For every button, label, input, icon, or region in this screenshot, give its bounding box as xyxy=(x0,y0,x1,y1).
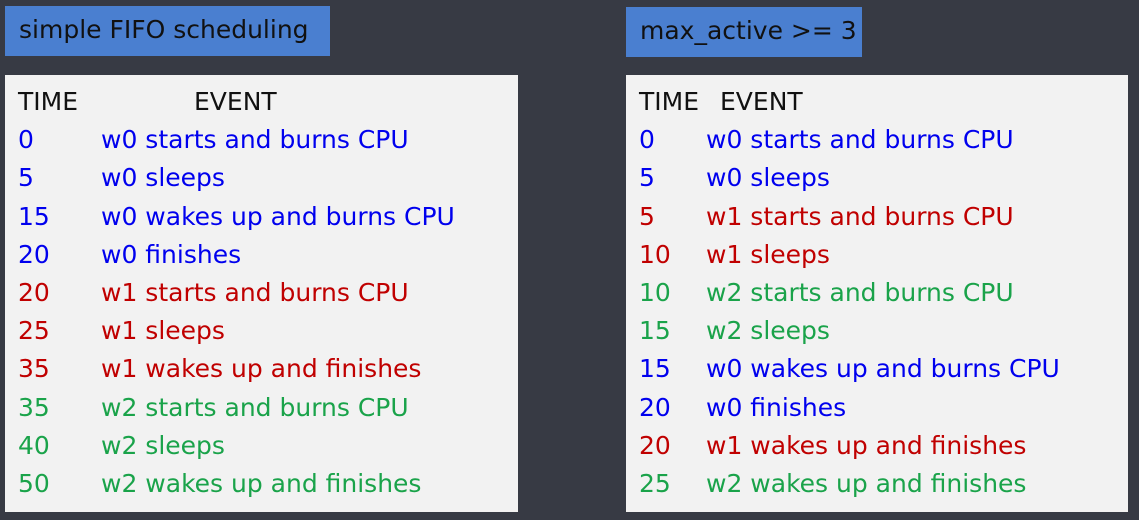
table-row: 35 w1 wakes up and finishes xyxy=(5,354,518,392)
time-column-header: TIME xyxy=(639,87,700,116)
table-row: 15 w0 wakes up and burns CPU xyxy=(5,202,518,240)
event-time: 20 xyxy=(18,277,50,307)
table-row: 20 w1 wakes up and finishes xyxy=(626,431,1128,469)
event-time: 15 xyxy=(639,354,671,384)
event-description: w2 sleeps xyxy=(101,430,225,460)
event-time: 20 xyxy=(639,392,671,422)
table-header: TIME EVENT xyxy=(5,87,518,125)
event-time: 0 xyxy=(18,125,34,155)
event-description: w2 wakes up and finishes xyxy=(101,468,422,498)
table-row: 40 w2 sleeps xyxy=(5,431,518,469)
table-row: 5 w0 sleeps xyxy=(5,163,518,201)
fifo-schedule-table: TIME EVENT 0 w0 starts and burns CPU 5 w0 s… xyxy=(5,75,518,512)
table-row: 0 w0 starts and burns CPU xyxy=(626,125,1128,163)
right-panel-title: max_active >= 3 xyxy=(626,7,862,57)
table-row: 15 w0 wakes up and burns CPU xyxy=(626,354,1128,392)
event-time: 15 xyxy=(18,201,50,231)
event-description: w0 sleeps xyxy=(101,163,225,193)
table-header: TIME EVENT xyxy=(626,87,1128,125)
left-panel-title: simple FIFO scheduling xyxy=(5,6,330,56)
table-row: 15 w2 sleeps xyxy=(626,316,1128,354)
table-row: 20 w0 finishes xyxy=(626,393,1128,431)
event-time: 15 xyxy=(639,316,671,346)
event-description: w1 starts and burns CPU xyxy=(101,277,409,307)
event-time: 40 xyxy=(18,430,50,460)
event-time: 20 xyxy=(639,430,671,460)
event-description: w0 wakes up and burns CPU xyxy=(101,201,455,231)
event-time: 35 xyxy=(18,392,50,422)
event-column-header: EVENT xyxy=(194,87,277,116)
table-row: 25 w1 sleeps xyxy=(5,316,518,354)
event-description: w0 wakes up and burns CPU xyxy=(706,354,1060,384)
table-row: 35 w2 starts and burns CPU xyxy=(5,393,518,431)
event-time: 10 xyxy=(639,277,671,307)
event-time: 5 xyxy=(639,163,655,193)
event-time: 0 xyxy=(639,125,655,155)
event-description: w2 starts and burns CPU xyxy=(706,277,1014,307)
event-description: w0 finishes xyxy=(706,392,847,422)
event-time: 35 xyxy=(18,354,50,384)
max-active-schedule-table: TIME EVENT 0 w0 starts and burns CPU 5 w0 s… xyxy=(626,75,1128,512)
table-row: 10 w2 starts and burns CPU xyxy=(626,278,1128,316)
event-description: w1 wakes up and finishes xyxy=(706,430,1027,460)
event-description: w1 starts and burns CPU xyxy=(706,201,1014,231)
event-description: w0 finishes xyxy=(101,239,242,269)
event-column-header: EVENT xyxy=(720,87,803,116)
time-column-header: TIME xyxy=(18,87,79,116)
event-description: w0 starts and burns CPU xyxy=(101,125,409,155)
table-row: 20 w0 finishes xyxy=(5,240,518,278)
event-description: w1 wakes up and finishes xyxy=(101,354,422,384)
event-description: w2 sleeps xyxy=(706,316,830,346)
event-description: w0 sleeps xyxy=(706,163,830,193)
event-description: w2 wakes up and finishes xyxy=(706,468,1027,498)
event-description: w0 starts and burns CPU xyxy=(706,125,1014,155)
table-row: 10 w1 sleeps xyxy=(626,240,1128,278)
table-row: 5 w1 starts and burns CPU xyxy=(626,202,1128,240)
event-time: 25 xyxy=(639,468,671,498)
table-row: 5 w0 sleeps xyxy=(626,163,1128,201)
event-time: 10 xyxy=(639,239,671,269)
table-row: 0 w0 starts and burns CPU xyxy=(5,125,518,163)
event-time: 5 xyxy=(18,163,34,193)
table-row: 25 w2 wakes up and finishes xyxy=(626,469,1128,507)
table-row: 20 w1 starts and burns CPU xyxy=(5,278,518,316)
table-row: 50 w2 wakes up and finishes xyxy=(5,469,518,507)
event-description: w2 starts and burns CPU xyxy=(101,392,409,422)
event-time: 20 xyxy=(18,239,50,269)
event-time: 50 xyxy=(18,468,50,498)
event-time: 5 xyxy=(639,201,655,231)
event-time: 25 xyxy=(18,316,50,346)
event-description: w1 sleeps xyxy=(706,239,830,269)
event-description: w1 sleeps xyxy=(101,316,225,346)
